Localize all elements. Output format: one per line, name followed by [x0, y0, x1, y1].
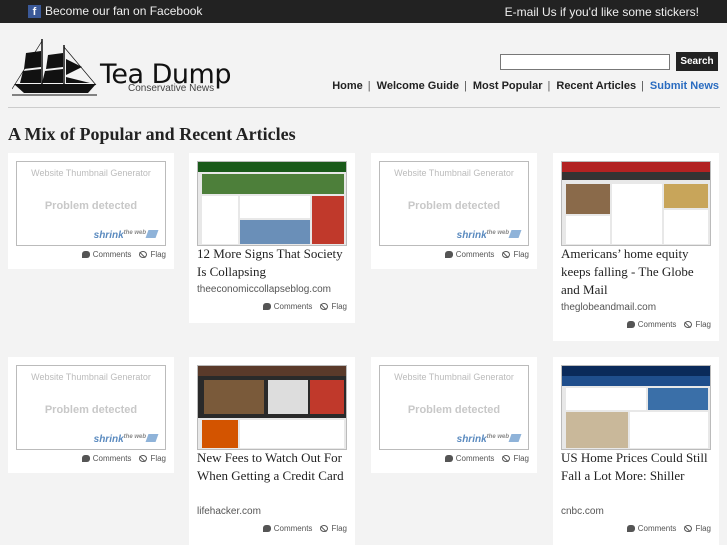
nav-welcome-guide[interactable]: Welcome Guide: [377, 80, 459, 92]
comment-icon: [81, 251, 90, 258]
comment-icon: [444, 455, 453, 462]
article-card: Americans’ home equity keeps falling - T…: [553, 153, 719, 341]
comment-icon: [262, 525, 271, 532]
site-header: Tea Dump Conservative News Search Home | …: [0, 23, 727, 107]
comments-link[interactable]: Comments: [274, 302, 313, 311]
card-actions: Comments Flag: [626, 320, 711, 329]
search-input[interactable]: [500, 54, 670, 70]
nav-recent-articles[interactable]: Recent Articles: [556, 80, 636, 92]
card-actions: Comments Flag: [81, 250, 166, 259]
card-actions: Comments Flag: [444, 250, 529, 259]
flag-link[interactable]: Flag: [150, 454, 166, 463]
article-thumbnail[interactable]: Website Thumbnail Generator Problem dete…: [379, 365, 529, 450]
email-stickers-link[interactable]: E-mail Us if you'd like some stickers!: [505, 5, 699, 19]
flag-icon: [139, 455, 148, 462]
search-button[interactable]: Search: [676, 52, 718, 71]
comment-icon: [81, 455, 90, 462]
comments-link[interactable]: Comments: [638, 320, 677, 329]
nav-most-popular[interactable]: Most Popular: [473, 80, 543, 92]
article-title[interactable]: 12 More Signs That Society Is Collapsing: [197, 245, 347, 281]
logo-subtitle: Conservative News: [128, 83, 215, 94]
article-title[interactable]: New Fees to Watch Out For When Getting a…: [197, 449, 347, 485]
flag-icon: [139, 251, 148, 258]
flag-icon: [320, 525, 329, 532]
flag-link[interactable]: Flag: [513, 454, 529, 463]
article-domain: lifehacker.com: [197, 506, 261, 517]
comments-link[interactable]: Comments: [456, 250, 495, 259]
flag-icon: [684, 321, 693, 328]
facebook-fan-link[interactable]: f Become our fan on Facebook: [28, 4, 202, 18]
article-thumbnail[interactable]: [561, 365, 711, 450]
card-actions: Comments Flag: [262, 524, 347, 533]
article-domain: theeconomiccollapseblog.com: [197, 284, 331, 295]
flag-link[interactable]: Flag: [695, 320, 711, 329]
header-divider: [8, 107, 720, 108]
card-actions: Comments Flag: [444, 454, 529, 463]
article-thumbnail[interactable]: Website Thumbnail Generator Problem dete…: [16, 161, 166, 246]
comment-icon: [626, 525, 635, 532]
article-card: Website Thumbnail Generator Problem dete…: [8, 357, 174, 473]
comments-link[interactable]: Comments: [93, 454, 132, 463]
flag-link[interactable]: Flag: [150, 250, 166, 259]
article-card: 12 More Signs That Society Is Collapsing…: [189, 153, 355, 323]
flag-icon: [502, 455, 511, 462]
flag-icon: [684, 525, 693, 532]
comments-link[interactable]: Comments: [274, 524, 313, 533]
facebook-fan-text[interactable]: Become our fan on Facebook: [45, 4, 202, 18]
article-card: New Fees to Watch Out For When Getting a…: [189, 357, 355, 545]
flag-icon: [320, 303, 329, 310]
article-domain: cnbc.com: [561, 506, 604, 517]
nav-home[interactable]: Home: [332, 80, 363, 92]
flag-link[interactable]: Flag: [695, 524, 711, 533]
ship-logo-icon[interactable]: [11, 37, 97, 104]
facebook-icon: f: [28, 4, 41, 18]
article-thumbnail[interactable]: [561, 161, 711, 246]
comment-icon: [262, 303, 271, 310]
card-actions: Comments Flag: [81, 454, 166, 463]
article-thumbnail[interactable]: [197, 161, 347, 246]
article-thumbnail[interactable]: Website Thumbnail Generator Problem dete…: [16, 365, 166, 450]
card-actions: Comments Flag: [262, 302, 347, 311]
comment-icon: [444, 251, 453, 258]
page-title: A Mix of Popular and Recent Articles: [8, 124, 296, 144]
article-thumbnail[interactable]: [197, 365, 347, 450]
article-title[interactable]: US Home Prices Could Still Fall a Lot Mo…: [561, 449, 711, 485]
comment-icon: [626, 321, 635, 328]
article-card: US Home Prices Could Still Fall a Lot Mo…: [553, 357, 719, 545]
top-bar: f Become our fan on Facebook E-mail Us i…: [0, 0, 727, 23]
article-card: Website Thumbnail Generator Problem dete…: [371, 153, 537, 269]
article-title[interactable]: Americans’ home equity keeps falling - T…: [561, 245, 711, 299]
article-card: Website Thumbnail Generator Problem dete…: [371, 357, 537, 473]
flag-link[interactable]: Flag: [331, 524, 347, 533]
main-nav: Home | Welcome Guide | Most Popular | Recen…: [332, 80, 719, 92]
flag-link[interactable]: Flag: [331, 302, 347, 311]
flag-icon: [502, 251, 511, 258]
comments-link[interactable]: Comments: [456, 454, 495, 463]
article-card: Website Thumbnail Generator Problem dete…: [8, 153, 174, 269]
comments-link[interactable]: Comments: [638, 524, 677, 533]
article-thumbnail[interactable]: Website Thumbnail Generator Problem dete…: [379, 161, 529, 246]
article-domain: theglobeandmail.com: [561, 302, 657, 313]
comments-link[interactable]: Comments: [93, 250, 132, 259]
nav-submit-news[interactable]: Submit News: [650, 80, 719, 92]
card-actions: Comments Flag: [626, 524, 711, 533]
flag-link[interactable]: Flag: [513, 250, 529, 259]
